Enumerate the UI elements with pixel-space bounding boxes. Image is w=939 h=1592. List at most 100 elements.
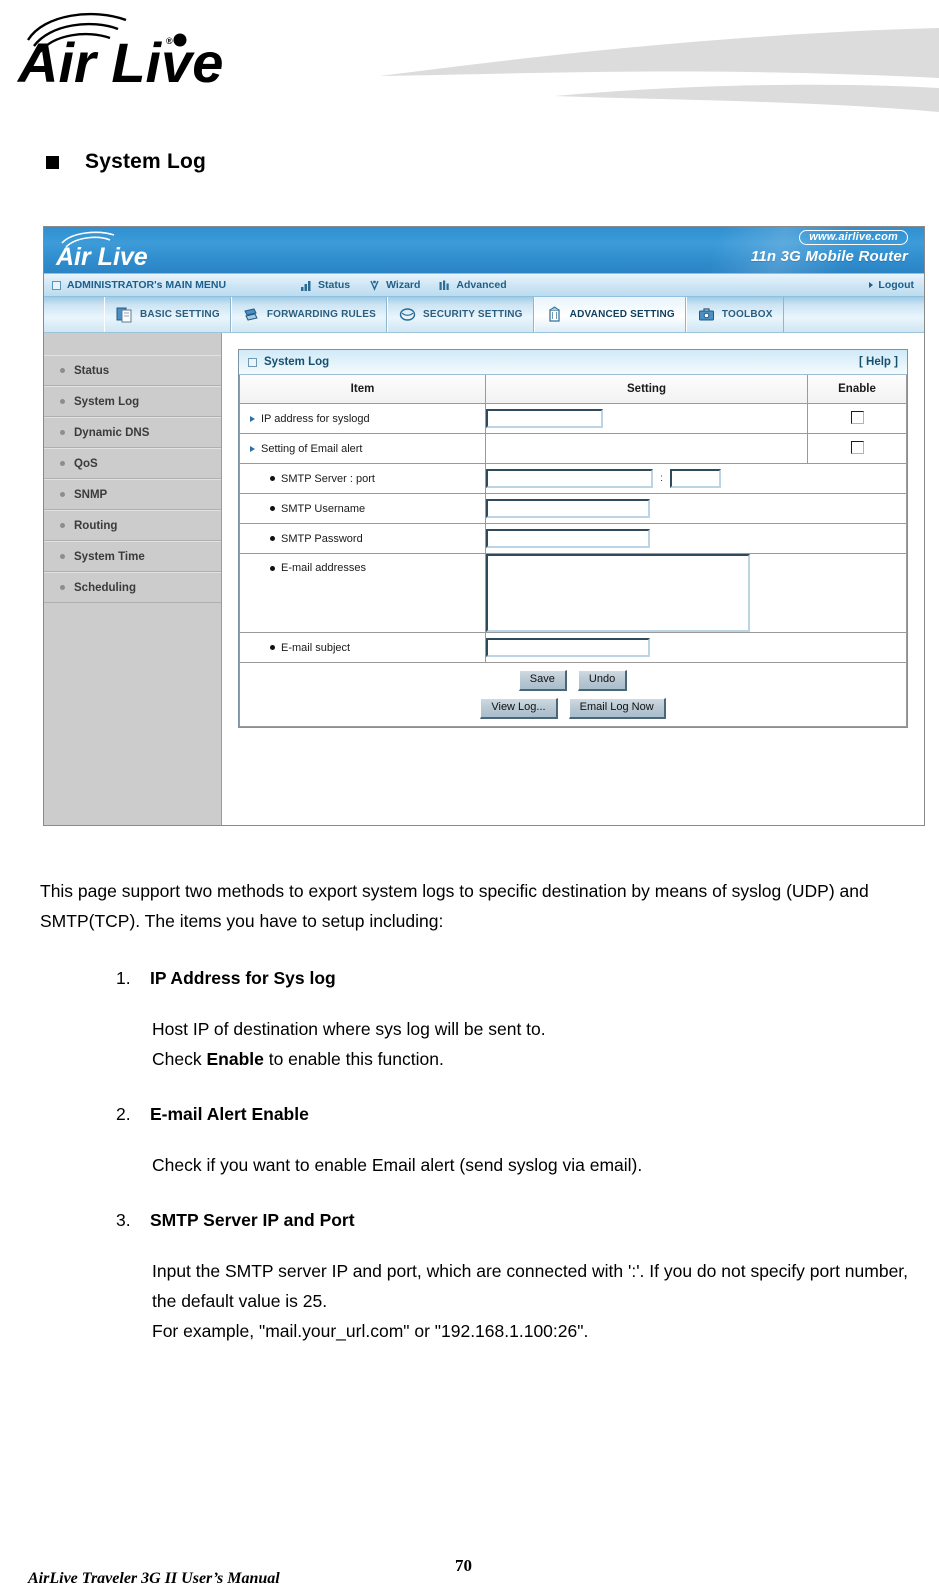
bullet-dot-icon <box>60 430 65 435</box>
table-row: E-mail addresses <box>239 553 907 633</box>
sidebar-item-label: Dynamic DNS <box>74 426 150 439</box>
smtp-username-input[interactable] <box>486 499 650 518</box>
row-setting-cell <box>485 632 907 663</box>
row-label: Setting of Email alert <box>261 442 363 455</box>
row-setting-cell <box>485 403 808 434</box>
bullet-dot-icon <box>60 492 65 497</box>
body-line2-bold: Enable <box>206 1049 264 1069</box>
menu-square-icon <box>52 280 61 290</box>
sidebar-item-status[interactable]: Status <box>44 355 221 386</box>
list-item-number: 2. <box>116 1104 131 1124</box>
email-alert-enable-checkbox[interactable] <box>850 440 864 454</box>
list-item-body-line1: Check if you want to enable Email alert … <box>152 1155 643 1175</box>
menu-item-wizard[interactable]: Wizard <box>368 279 420 292</box>
sidebar-item-snmp[interactable]: SNMP <box>44 479 221 510</box>
arrows-icon <box>244 308 258 321</box>
router-banner: Air Live www.airlive.com 11n 3G Mobile R… <box>44 227 924 273</box>
tab-advanced-setting[interactable]: ADVANCED SETTING <box>533 297 686 332</box>
bullet-dot-icon <box>270 506 275 511</box>
system-log-panel: System Log [ Help ] Item Setting Enable <box>238 349 908 728</box>
tab-basic-setting[interactable]: BASIC SETTING <box>104 297 231 332</box>
logout-button[interactable]: Logout <box>868 279 914 291</box>
sidebar-item-system-log[interactable]: System Log <box>44 386 221 417</box>
list-item: 3. SMTP Server IP and Port Input the SMT… <box>40 1206 912 1346</box>
colon-separator: : <box>660 473 663 484</box>
footer-manual-title: AirLive Traveler 3G II User’s Manual <box>28 1570 280 1587</box>
table-header-row: Item Setting Enable <box>239 375 907 404</box>
sidebar-item-dynamic-dns[interactable]: Dynamic DNS <box>44 417 221 448</box>
document-body: This page support two methods to export … <box>40 876 912 1372</box>
website-badge: www.airlive.com <box>799 230 908 245</box>
admin-main-menu[interactable]: ADMINISTRATOR's MAIN MENU <box>52 279 282 291</box>
table-row: Setting of Email alert <box>239 433 907 464</box>
column-header-item: Item <box>239 375 486 404</box>
list-item: 2. E-mail Alert Enable Check if you want… <box>40 1100 912 1180</box>
bullet-dot-icon <box>270 565 275 571</box>
admin-main-menu-label: ADMINISTRATOR's MAIN MENU <box>67 279 227 291</box>
save-button[interactable]: Save <box>518 670 567 691</box>
row-label-cell: Setting of Email alert <box>239 433 486 464</box>
chevron-right-icon <box>869 282 874 288</box>
column-header-enable: Enable <box>807 375 907 404</box>
email-addresses-textarea[interactable] <box>486 554 750 632</box>
table-row: SMTP Password <box>239 523 907 554</box>
smtp-server-input[interactable] <box>486 469 653 488</box>
email-subject-input[interactable] <box>486 638 650 657</box>
tab-basic-setting-label: BASIC SETTING <box>140 309 220 320</box>
sidebar-item-label: System Log <box>74 395 140 408</box>
tab-forwarding-rules-label: FORWARDING RULES <box>266 309 376 320</box>
airlive-logo-small: Air Live <box>55 231 148 271</box>
airlive-logo: Air Live ® <box>16 12 223 94</box>
row-setting-cell <box>485 433 808 464</box>
page-title: System Log <box>85 150 207 173</box>
column-header-setting: Setting <box>485 375 808 404</box>
page-header: Air Live ® <box>0 0 939 130</box>
page-footer: AirLive Traveler 3G II User’s Manual 70 <box>0 1554 939 1588</box>
actions-cell: Save Undo View Log... Email Log Now <box>239 662 907 727</box>
table-row: IP address for syslogd <box>239 403 907 434</box>
table-actions-row: Save Undo View Log... Email Log Now <box>239 662 907 727</box>
row-setting-cell <box>485 523 907 554</box>
syslogd-ip-input[interactable] <box>486 409 603 428</box>
sidebar-item-label: Routing <box>74 519 118 532</box>
intro-paragraph: This page support two methods to export … <box>40 881 869 931</box>
bullet-dot-icon <box>60 585 65 590</box>
bullet-dot-icon <box>60 461 65 466</box>
list-item-body: Input the SMTP server IP and port, which… <box>152 1256 912 1346</box>
triangle-right-icon <box>250 445 255 452</box>
sidebar-item-scheduling[interactable]: Scheduling <box>44 572 221 603</box>
sidebar: Status System Log Dynamic DNS QoS SNMP R… <box>44 333 222 825</box>
email-log-now-button[interactable]: Email Log Now <box>568 698 666 719</box>
view-log-button[interactable]: View Log... <box>480 698 558 719</box>
sidebar-item-qos[interactable]: QoS <box>44 448 221 479</box>
row-label: SMTP Password <box>281 532 363 545</box>
smtp-password-input[interactable] <box>486 529 650 548</box>
syslogd-enable-checkbox[interactable] <box>850 410 864 424</box>
tab-advanced-setting-label: ADVANCED SETTING <box>569 309 675 320</box>
help-link[interactable]: [ Help ] <box>859 356 898 368</box>
menu-item-status[interactable]: Status <box>300 279 350 292</box>
router-body: Status System Log Dynamic DNS QoS SNMP R… <box>44 333 924 825</box>
sidebar-item-label: Scheduling <box>74 581 136 594</box>
table-row: SMTP Server : port : <box>239 463 907 494</box>
row-label-cell: SMTP Username <box>239 493 486 524</box>
router-menu-bar: ADMINISTRATOR's MAIN MENU Status Wizard <box>44 273 924 297</box>
tower-icon <box>549 306 560 322</box>
undo-button[interactable]: Undo <box>577 670 628 691</box>
sidebar-item-routing[interactable]: Routing <box>44 510 221 541</box>
menu-item-wizard-label: Wizard <box>386 279 421 291</box>
bullet-dot-icon <box>60 554 65 559</box>
list-item-body: Host IP of destination where sys log wil… <box>152 1014 912 1074</box>
tab-toolbox[interactable]: TOOLBOX <box>685 297 784 332</box>
row-label-cell: IP address for syslogd <box>239 403 486 434</box>
list-item-body-line2: For example, "mail.your_url.com" or "192… <box>152 1321 589 1341</box>
tab-security-setting[interactable]: SECURITY SETTING <box>386 297 534 332</box>
row-label: IP address for syslogd <box>261 412 370 425</box>
menu-item-advanced[interactable]: Advanced <box>438 279 507 292</box>
tab-security-setting-label: SECURITY SETTING <box>422 309 523 320</box>
smtp-port-input[interactable] <box>669 469 721 488</box>
bullet-dot-icon <box>270 645 275 650</box>
tab-forwarding-rules[interactable]: FORWARDING RULES <box>230 297 387 332</box>
sidebar-item-system-time[interactable]: System Time <box>44 541 221 572</box>
row-label-cell: E-mail subject <box>239 632 486 663</box>
